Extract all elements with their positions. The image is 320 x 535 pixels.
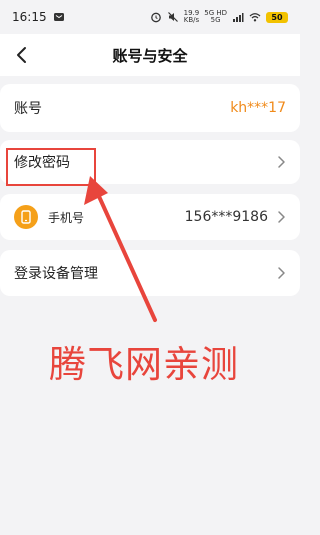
message-icon — [53, 11, 65, 23]
network-type: 5G HD 5G — [204, 10, 227, 24]
account-label: 账号 — [14, 101, 42, 117]
speed-unit: KB/s — [183, 16, 200, 24]
highlight-box — [6, 148, 96, 186]
network-speed: 19.9 KB/s — [184, 10, 200, 24]
status-left: 16:15 — [12, 10, 65, 24]
alarm-icon — [150, 11, 162, 23]
chevron-left-icon — [17, 47, 26, 63]
status-bar: 16:15 19.9 KB/s 5G HD 5G 50 — [0, 0, 300, 34]
page-title: 账号与安全 — [112, 46, 188, 65]
battery-icon: 50 — [266, 11, 288, 23]
account-row: 账号 kh***17 — [0, 84, 300, 132]
phone-value: 156***9186 — [184, 209, 268, 225]
device-management-label: 登录设备管理 — [14, 266, 98, 282]
watermark-text: 腾飞网亲测 — [49, 343, 239, 386]
mute-icon — [167, 11, 179, 23]
phone-label: 手机号 — [48, 210, 85, 225]
chevron-right-icon — [278, 267, 285, 279]
account-value: kh***17 — [230, 100, 286, 116]
chevron-right-icon — [278, 156, 285, 168]
back-button[interactable] — [6, 39, 38, 71]
wifi-icon — [249, 11, 261, 23]
network-bottom: 5G — [210, 16, 221, 24]
status-time: 16:15 — [12, 10, 47, 24]
status-right: 19.9 KB/s 5G HD 5G 50 — [150, 10, 288, 24]
nav-bar: 账号与安全 — [0, 34, 300, 76]
chevron-right-icon — [278, 211, 285, 223]
signal-icon — [232, 11, 244, 23]
device-management-row[interactable]: 登录设备管理 — [0, 250, 300, 296]
phone-icon — [14, 205, 38, 229]
phone-row[interactable]: 手机号 156***9186 — [0, 194, 300, 240]
